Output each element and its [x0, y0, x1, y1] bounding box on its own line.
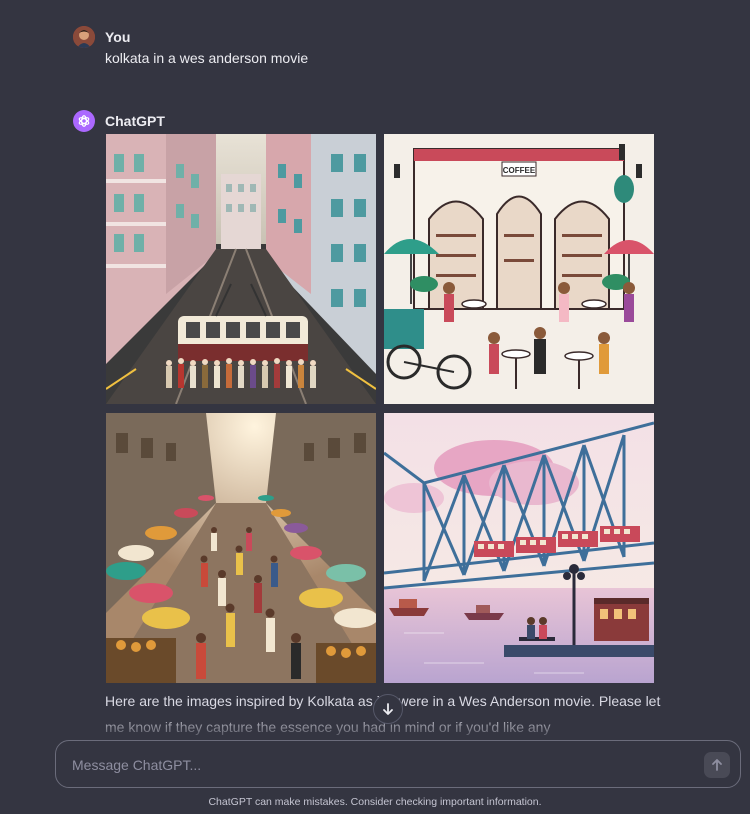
send-button[interactable]: [704, 752, 730, 778]
user-author-name: You: [105, 29, 131, 45]
generated-image-market[interactable]: [106, 413, 376, 683]
openai-logo-icon: [73, 110, 95, 132]
scroll-to-bottom-button[interactable]: [373, 694, 403, 724]
cafe-sign-text: COFFEE: [503, 166, 536, 175]
message-composer: [55, 740, 741, 788]
user-message-text: kolkata in a wes anderson movie: [105, 50, 309, 66]
generated-image-street-tram[interactable]: [106, 134, 376, 404]
generated-image-bridge[interactable]: [384, 413, 654, 683]
user-avatar-icon: [73, 26, 95, 48]
arrow-up-icon: [712, 759, 722, 771]
generated-image-coffee-house[interactable]: COFFEE: [384, 134, 654, 404]
message-input[interactable]: [70, 753, 674, 777]
arrow-down-icon: [383, 703, 393, 715]
assistant-author-name: ChatGPT: [105, 113, 165, 129]
disclaimer-text: ChatGPT can make mistakes. Consider chec…: [208, 796, 542, 808]
